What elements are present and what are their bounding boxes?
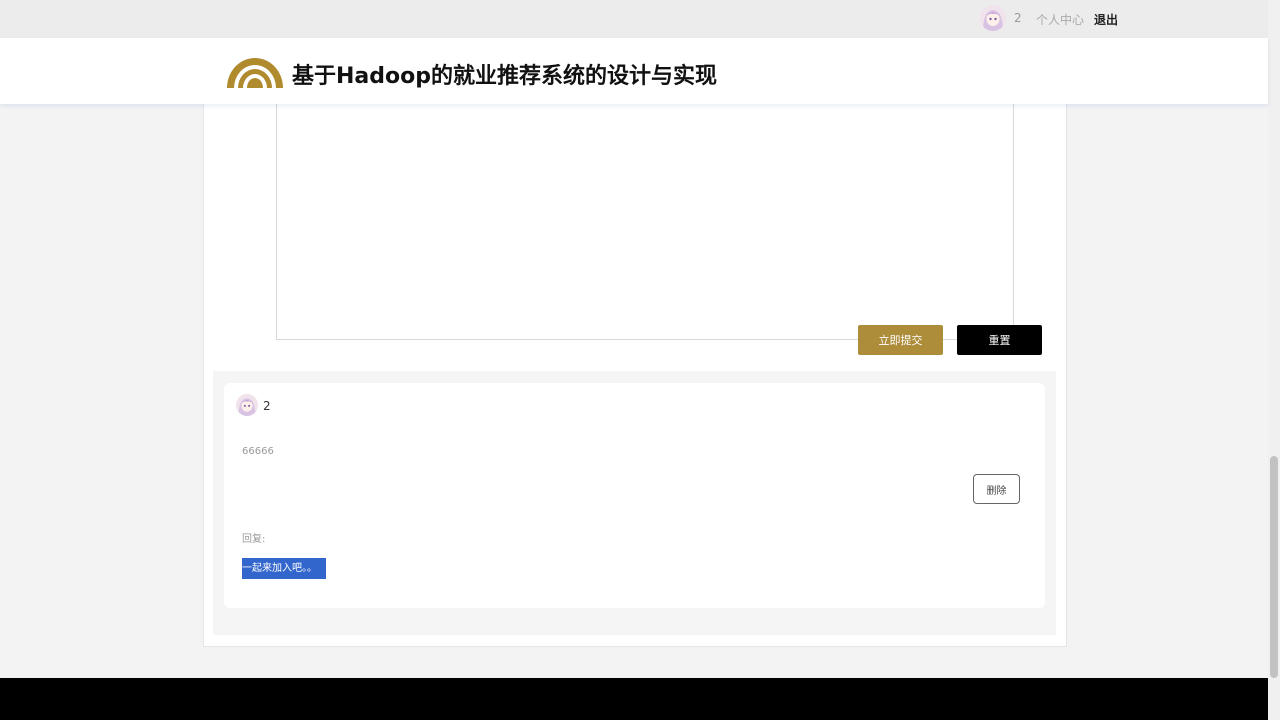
user-avatar[interactable] [980,5,1006,31]
site-title: 基于Hadoop的就业推荐系统的设计与实现 [292,64,717,89]
personal-center-link[interactable]: 个人中心 [1036,11,1084,28]
top-username: 2 [1014,11,1022,25]
delete-button[interactable]: 删除 [973,474,1020,504]
comment-editor[interactable] [276,104,1014,340]
comment-username: 2 [263,399,271,413]
scrollbar-thumb[interactable] [1270,456,1278,678]
reply-content: 一起来加入吧。。 [242,558,326,579]
comment-avatar [236,394,258,416]
footer [0,678,1268,720]
site-header: 基于Hadoop的就业推荐系统的设计与实现 [0,38,1268,104]
page-scrollbar[interactable] [1268,0,1280,720]
logout-link[interactable]: 退出 [1094,11,1118,28]
reply-label: 回复: [242,534,266,545]
comment-content: 66666 [242,446,274,457]
submit-button[interactable]: 立即提交 [858,325,943,355]
reset-button[interactable]: 重置 [957,325,1042,355]
top-bar: 2 个人中心 退出 [0,0,1268,38]
logo-icon [227,58,283,88]
comment-card [224,383,1045,608]
